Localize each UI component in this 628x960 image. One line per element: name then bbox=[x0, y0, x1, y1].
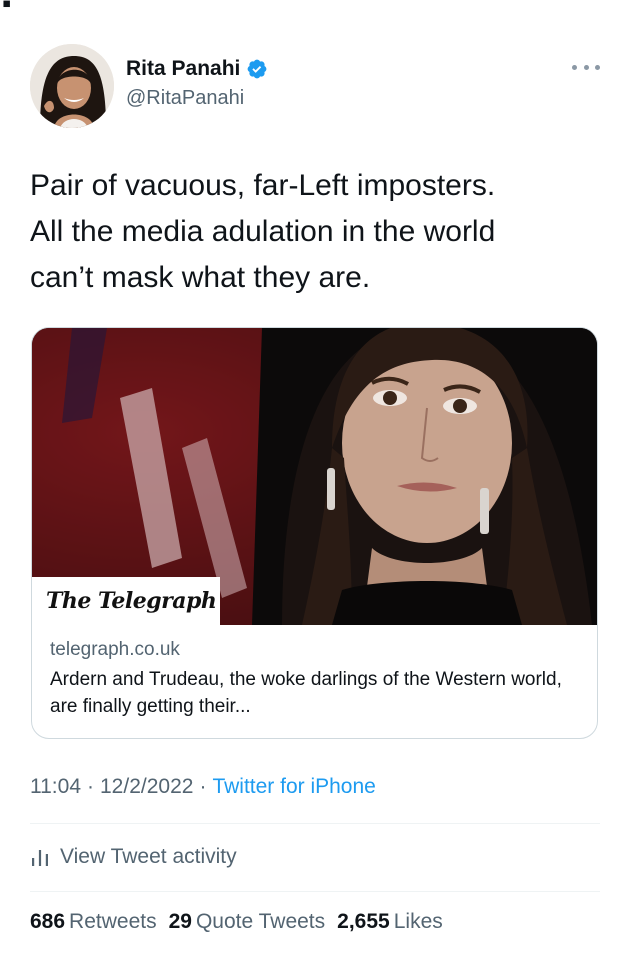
meta-separator: · bbox=[87, 775, 94, 798]
divider bbox=[30, 823, 600, 824]
link-card-image[interactable]: The Telegraph bbox=[32, 328, 597, 625]
retweets-label: Retweets bbox=[69, 910, 157, 933]
likes-count: 2,655 bbox=[337, 910, 390, 933]
bar-chart-icon bbox=[30, 847, 50, 867]
link-card-info[interactable]: telegraph.co.uk Ardern and Trudeau, the … bbox=[32, 625, 597, 738]
retweets-stat[interactable]: 686 Retweets bbox=[30, 910, 157, 934]
tweet-source-link[interactable]: Twitter for iPhone bbox=[212, 775, 375, 798]
publisher-badge: The Telegraph bbox=[32, 577, 220, 625]
retweets-count: 686 bbox=[30, 910, 66, 933]
link-card-description: Ardern and Trudeau, the woke darlings of… bbox=[50, 669, 562, 717]
likes-stat[interactable]: 2,655 Likes bbox=[337, 910, 443, 934]
engagement-stats: 686 Retweets 29 Quote Tweets 2,655 Likes bbox=[30, 910, 600, 934]
author-info: Rita Panahi @RitaPanahi bbox=[126, 57, 268, 110]
tweet-time[interactable]: 11:04 bbox=[30, 775, 81, 798]
avatar[interactable] bbox=[30, 44, 114, 128]
tweet-text: Pair of vacuous, far-Left imposters. All… bbox=[30, 169, 496, 294]
link-card-domain: telegraph.co.uk bbox=[50, 639, 180, 660]
meta-separator: · bbox=[199, 775, 207, 798]
view-activity-button[interactable]: View Tweet activity bbox=[30, 840, 600, 874]
author-name-row[interactable]: Rita Panahi bbox=[126, 57, 268, 81]
more-dots-icon[interactable] bbox=[572, 62, 600, 72]
quote-tweets-stat[interactable]: 29 Quote Tweets bbox=[169, 910, 326, 934]
likes-label: Likes bbox=[393, 910, 443, 933]
avatar-photo bbox=[30, 44, 114, 128]
author-handle[interactable]: @RitaPanahi bbox=[126, 87, 268, 110]
cropped-previous-content: ▪ ▪ ▪ ▪ bbox=[0, 0, 628, 8]
tweet-header: Rita Panahi @RitaPanahi bbox=[30, 44, 600, 130]
author-display-name[interactable]: Rita Panahi bbox=[126, 57, 240, 81]
quote-tweets-count: 29 bbox=[168, 910, 192, 933]
link-card[interactable]: The Telegraph telegraph.co.uk Ardern and… bbox=[31, 327, 598, 739]
divider bbox=[30, 891, 600, 892]
tweet-date[interactable]: 12/2/2022 bbox=[100, 775, 193, 798]
verified-badge-icon bbox=[246, 58, 268, 80]
tweet-meta: 11:04 · 12/2/2022 · Twitter for iPhone bbox=[30, 775, 600, 799]
view-activity-label[interactable]: View Tweet activity bbox=[60, 845, 237, 869]
quote-tweets-label: Quote Tweets bbox=[195, 910, 326, 933]
tweet-screen: ▪ ▪ ▪ ▪ bbox=[0, 0, 628, 960]
